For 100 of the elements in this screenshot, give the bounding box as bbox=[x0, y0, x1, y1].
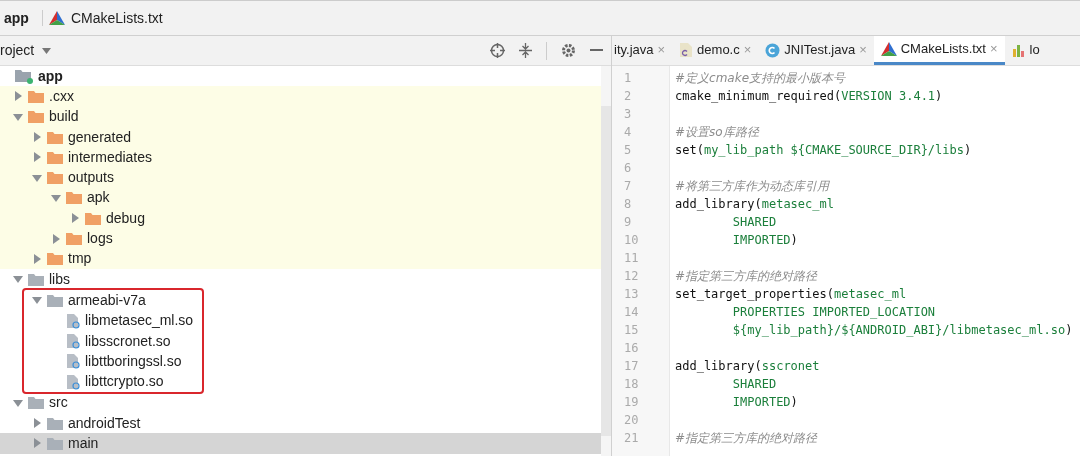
line-number: 17 bbox=[623, 358, 639, 375]
folder-icon bbox=[47, 437, 63, 450]
tree-row[interactable]: outputs bbox=[0, 167, 601, 188]
tree-row[interactable]: main bbox=[0, 433, 601, 454]
caret-icon[interactable] bbox=[13, 91, 23, 102]
tree-row[interactable]: armeabi-v7a bbox=[0, 290, 202, 311]
code-line: #指定第三方库的绝对路径 bbox=[675, 430, 818, 447]
caret-icon[interactable] bbox=[51, 192, 61, 203]
tree-row[interactable]: libttboringssl.so bbox=[0, 351, 202, 372]
tree-label: build bbox=[49, 107, 79, 127]
tab-label: ity.java bbox=[614, 41, 654, 60]
editor-tab[interactable]: demo.c × bbox=[672, 36, 759, 65]
caret-icon[interactable] bbox=[32, 295, 42, 306]
line-number: 14 bbox=[623, 304, 639, 321]
line-number: 1 bbox=[623, 70, 632, 87]
c-file-icon bbox=[679, 42, 694, 58]
tree-label: tmp bbox=[68, 249, 92, 269]
tree-label: libsscronet.so bbox=[85, 331, 171, 351]
caret-icon[interactable] bbox=[32, 132, 42, 143]
line-number: 20 bbox=[623, 412, 639, 429]
tree-row[interactable]: intermediates bbox=[0, 147, 601, 168]
folder-icon bbox=[47, 171, 63, 185]
line-number: 9 bbox=[623, 214, 632, 231]
triangle-logo-icon bbox=[48, 11, 65, 25]
unknown-file-icon bbox=[66, 373, 80, 390]
tree-label: debug bbox=[106, 208, 145, 228]
code-line: IMPORTED) bbox=[731, 394, 798, 411]
tree-row[interactable]: androidTest bbox=[0, 413, 601, 434]
caret-icon[interactable] bbox=[32, 253, 42, 264]
folder-icon bbox=[47, 293, 63, 307]
bar-chart-icon bbox=[1011, 43, 1026, 57]
line-number: 19 bbox=[623, 394, 639, 411]
tab-label: CMakeLists.txt bbox=[900, 39, 986, 58]
caret-icon[interactable] bbox=[32, 152, 42, 163]
line-number: 2 bbox=[623, 88, 632, 105]
tree-label: .cxx bbox=[49, 86, 74, 106]
tree-row[interactable]: libsscronet.so bbox=[0, 330, 202, 352]
tree-row[interactable]: src bbox=[0, 392, 601, 414]
code-line: SHARED bbox=[731, 376, 777, 393]
code-line: add_library(metasec_ml bbox=[675, 196, 834, 213]
editor-tab[interactable]: ity.java × bbox=[612, 36, 673, 65]
line-number: 6 bbox=[623, 160, 632, 177]
line-number: 7 bbox=[623, 178, 632, 195]
folder-icon bbox=[66, 232, 82, 245]
tree-label: libs bbox=[49, 269, 70, 289]
breadcrumb-item[interactable]: app bbox=[4, 7, 29, 29]
tree-label: src bbox=[49, 393, 68, 413]
editor-tab[interactable]: JNITest.java × bbox=[758, 36, 874, 65]
tree-label: armeabi-v7a bbox=[68, 290, 146, 310]
tree-label: logs bbox=[87, 229, 113, 249]
caret-icon[interactable] bbox=[32, 438, 42, 449]
tree-row[interactable]: generated bbox=[0, 126, 601, 148]
caret-icon[interactable] bbox=[13, 274, 23, 285]
caret-icon[interactable] bbox=[32, 418, 42, 429]
crosshair-icon[interactable] bbox=[490, 43, 505, 58]
tree-row[interactable]: libttcrypto.so bbox=[0, 371, 202, 392]
line-number: 5 bbox=[623, 142, 632, 159]
caret-icon[interactable] bbox=[51, 233, 61, 244]
folder-icon bbox=[28, 110, 44, 124]
tree-row[interactable]: libmetasec_ml.so bbox=[0, 310, 202, 331]
tree-label: generated bbox=[68, 127, 132, 147]
code-line: SHARED bbox=[731, 214, 777, 231]
breadcrumb-item[interactable]: CMakeLists.txt bbox=[70, 7, 163, 29]
line-number: 4 bbox=[623, 124, 632, 141]
tree-label: androidTest bbox=[68, 413, 141, 433]
tree-row[interactable]: apk bbox=[0, 187, 601, 209]
tree-row[interactable]: libs bbox=[0, 268, 601, 290]
caret-icon[interactable] bbox=[13, 397, 23, 408]
tree-label: libttboringssl.so bbox=[85, 351, 182, 371]
caret-icon[interactable] bbox=[32, 172, 42, 183]
line-number: 16 bbox=[623, 340, 639, 357]
caret-icon[interactable] bbox=[70, 213, 80, 224]
tree-row[interactable]: tmp bbox=[0, 248, 601, 269]
module-folder-icon bbox=[15, 68, 33, 84]
tree-row[interactable]: app bbox=[0, 66, 601, 87]
line-number: 18 bbox=[623, 376, 639, 393]
tree-row[interactable]: logs bbox=[0, 228, 601, 249]
line-number: 10 bbox=[623, 232, 639, 249]
folder-icon bbox=[28, 89, 44, 103]
tree-label: libttcrypto.so bbox=[85, 372, 164, 392]
minimize-icon[interactable] bbox=[590, 49, 603, 52]
caret-icon[interactable] bbox=[13, 111, 23, 122]
tree-row[interactable]: debug bbox=[0, 208, 601, 229]
code-line: add_library(sscronet bbox=[675, 358, 820, 375]
editor-tab[interactable]: CMakeLists.txt × bbox=[873, 36, 1005, 65]
collapse-all-icon[interactable] bbox=[519, 43, 532, 58]
settings-icon[interactable] bbox=[561, 43, 576, 58]
tree-row[interactable]: build bbox=[0, 106, 601, 127]
tree-label: outputs bbox=[68, 168, 114, 188]
tree-label: apk bbox=[87, 188, 110, 208]
scrollbar-drawing[interactable] bbox=[601, 66, 611, 456]
code-line: #指定第三方库的绝对路径 bbox=[675, 268, 818, 285]
editor-tab[interactable]: lo bbox=[1004, 36, 1047, 65]
triangle-logo-icon bbox=[880, 41, 897, 56]
code-line: set(my_lib_path ${CMAKE_SOURCE_DIR}/libs) bbox=[675, 142, 972, 159]
dropdown-caret-icon bbox=[42, 47, 52, 54]
tree-row[interactable]: .cxx bbox=[0, 86, 601, 107]
project-view-dropdown[interactable]: roject bbox=[0, 40, 52, 61]
code-line: cmake_minimum_required(VERSION 3.4.1) bbox=[675, 88, 943, 105]
folder-icon bbox=[28, 396, 44, 410]
